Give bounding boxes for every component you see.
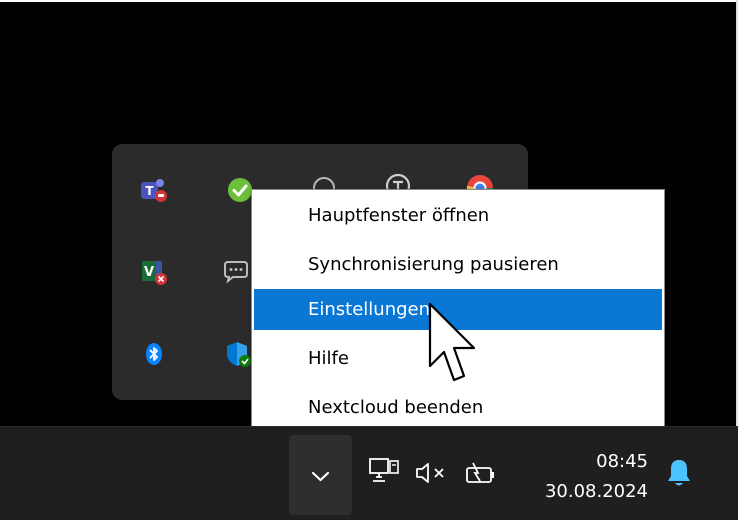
taskbar: 08:45 30.08.2024	[0, 426, 738, 520]
network-wired-icon[interactable]	[368, 457, 404, 489]
menu-item-quit-nextcloud[interactable]: Nextcloud beenden	[254, 387, 662, 428]
svg-text:T: T	[145, 184, 154, 198]
menu-item-pause-sync[interactable]: Synchronisierung pausieren	[254, 244, 662, 285]
clock-time[interactable]: 08:45	[560, 451, 648, 472]
svg-text:V: V	[144, 265, 154, 280]
menu-item-open-main-window[interactable]: Hauptfenster öffnen	[254, 195, 662, 236]
visio-icon[interactable]: V	[138, 256, 170, 288]
notification-bell-icon[interactable]	[664, 457, 694, 491]
bluetooth-icon[interactable]	[138, 338, 170, 370]
chevron-down-icon	[311, 471, 330, 482]
mouse-cursor-icon	[428, 302, 476, 382]
battery-charging-icon[interactable]	[464, 459, 500, 487]
show-hidden-icons-button[interactable]	[289, 435, 352, 515]
chat-icon[interactable]	[220, 256, 252, 288]
defender-shield-icon[interactable]	[222, 338, 254, 370]
screen-top-edge	[0, 0, 738, 2]
clock-date[interactable]: 30.08.2024	[528, 481, 648, 502]
volume-muted-icon[interactable]	[414, 459, 454, 487]
teams-icon[interactable]: T	[138, 174, 170, 206]
